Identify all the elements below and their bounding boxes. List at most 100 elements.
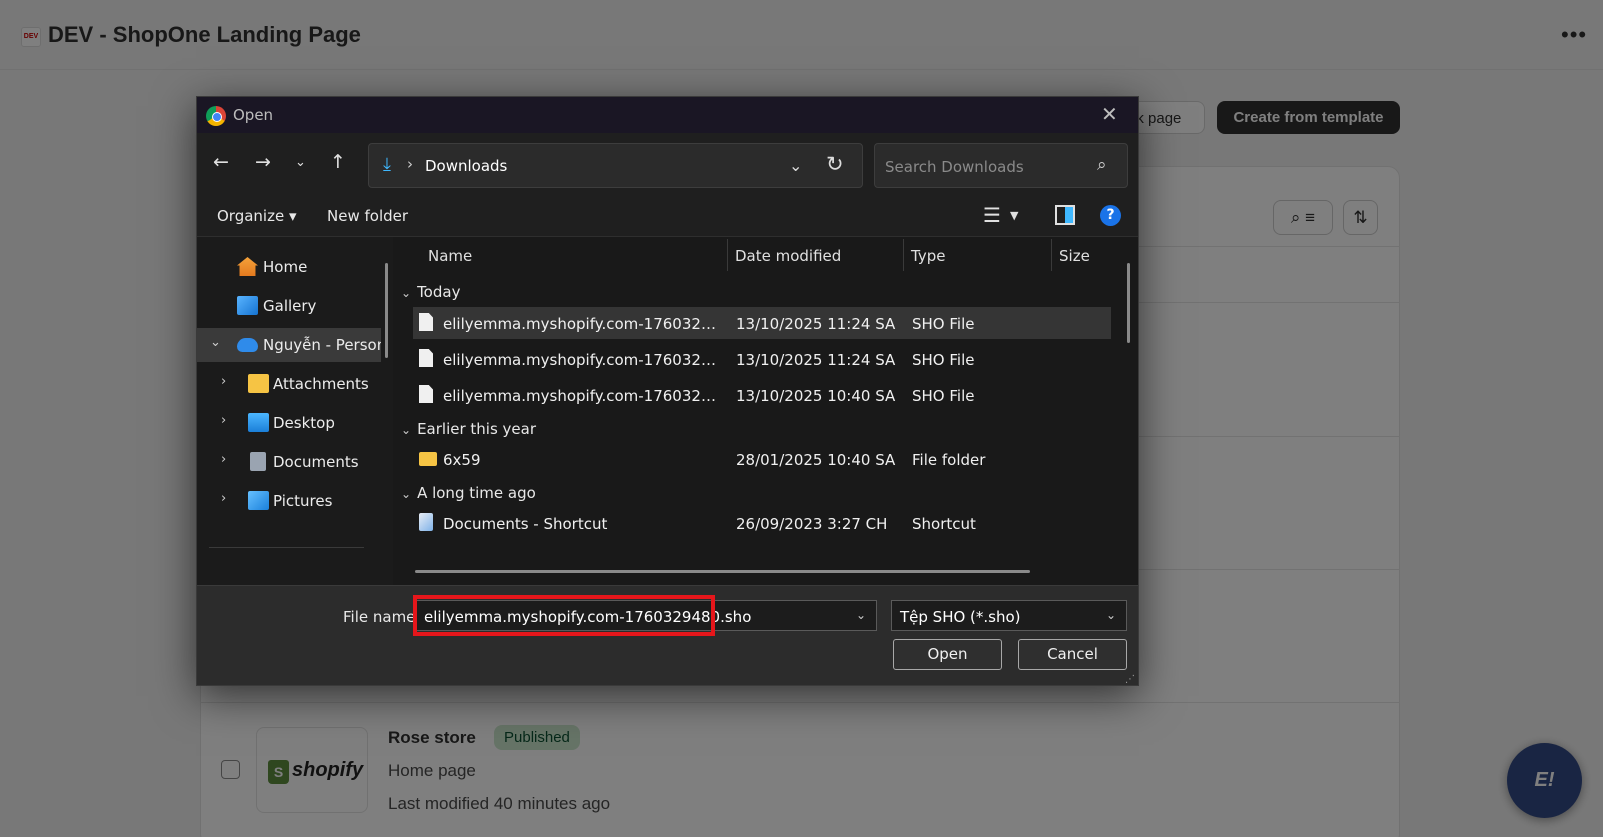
home-icon [237,257,258,276]
file-row[interactable]: elilyemma.myshopify.com-1760329480.sho 1… [413,307,1111,339]
file-date: 13/10/2025 11:24 SA [736,315,896,333]
chrome-icon [206,106,226,126]
file-name: 6x59 [443,451,481,469]
file-type: SHO File [912,387,975,405]
sidebar-item-label: Home [263,258,308,276]
open-button[interactable]: Open [893,639,1002,670]
dialog-title-bar: Open ✕ [197,97,1138,133]
file-icon [419,313,433,331]
column-divider[interactable] [1051,239,1052,271]
pictures-icon [248,491,269,510]
scrollbar[interactable] [385,263,388,358]
navigation-bar: ← → ⌄ ↑ ⤓ › Downloads ⌄ ↻ Search Downloa… [197,133,1138,195]
sidebar-item-home[interactable]: Home [197,250,381,284]
group-header-today[interactable]: ⌄ Today [401,283,460,301]
group-label: A long time ago [417,484,536,502]
help-icon[interactable]: ? [1100,205,1121,226]
file-name: elilyemma.myshopify.com-1760329480.sho [443,315,718,333]
expand-chevron-icon[interactable]: › [221,413,226,428]
column-size[interactable]: Size [1059,247,1090,265]
file-row[interactable]: elilyemma.myshopify.com-1760329461.sho 1… [413,343,1111,375]
address-bar[interactable]: ⤓ › Downloads ⌄ ↻ [368,143,863,188]
column-date-modified[interactable]: Date modified [735,247,841,265]
close-icon[interactable]: ✕ [1101,102,1118,126]
divider [209,547,364,548]
group-label: Earlier this year [417,420,537,438]
file-icon [419,385,433,403]
search-input[interactable]: Search Downloads ⌕ [874,143,1128,188]
sidebar-item-label: Attachments [273,375,369,393]
chevron-down-icon: ⌄ [401,487,412,501]
vertical-scrollbar[interactable] [1127,263,1130,343]
column-headers: Name Date modified Type Size [393,237,1138,273]
file-date: 28/01/2025 10:40 SA [736,451,896,469]
sidebar-item-onedrive[interactable]: ⌄ Nguyễn - Personal [197,328,381,362]
refresh-icon[interactable]: ↻ [826,152,844,176]
collapse-chevron-icon[interactable]: ⌄ [210,335,221,350]
file-type-value: Tệp SHO (*.sho) [900,608,1021,626]
file-type: File folder [912,451,986,469]
onedrive-icon [237,338,258,352]
column-name[interactable]: Name [428,247,472,265]
chevron-down-icon: ⌄ [401,423,412,437]
group-header-a-long-time-ago[interactable]: ⌄ A long time ago [401,484,536,502]
view-dropdown-icon[interactable]: ▼ [1010,209,1018,222]
sidebar-item-label: Desktop [273,414,335,432]
file-icon [419,349,433,367]
documents-icon [250,452,266,471]
forward-icon[interactable]: → [255,151,271,173]
command-toolbar: Organize ▾ New folder ☰ ▼ ? [197,195,1138,237]
sidebar-item-pictures[interactable]: › Pictures [197,484,381,518]
column-type[interactable]: Type [911,247,945,265]
group-label: Today [417,283,461,301]
folder-icon [419,452,437,466]
chevron-down-icon: ⌄ [1106,608,1117,622]
search-placeholder: Search Downloads [885,158,1024,176]
expand-chevron-icon[interactable]: › [221,374,226,389]
breadcrumb-downloads[interactable]: Downloads [425,157,507,175]
column-divider[interactable] [727,239,728,271]
dialog-footer: File name: elilyemma.myshopify.com-17603… [197,585,1138,685]
sidebar-item-label: Nguyễn - Personal [263,336,381,354]
sidebar-item-label: Documents [273,453,359,471]
horizontal-scrollbar[interactable] [415,570,1030,573]
resize-grip-icon[interactable]: ⋰ [1125,674,1135,685]
expand-chevron-icon[interactable]: › [221,491,226,506]
file-row[interactable]: elilyemma.myshopify.com-1760326831.sho 1… [413,379,1111,411]
recent-locations-chevron-icon[interactable]: ⌄ [295,155,306,170]
expand-chevron-icon[interactable]: › [221,452,226,467]
shortcut-icon [419,513,433,531]
download-icon: ⤓ [383,154,391,175]
file-list: Name Date modified Type Size ⌄ Today elil… [393,237,1138,585]
sidebar-item-label: Pictures [273,492,333,510]
gallery-icon [237,296,258,315]
sidebar-item-documents[interactable]: › Documents [197,445,381,479]
file-name-label: File name: [343,608,421,626]
organize-menu[interactable]: Organize ▾ [217,207,297,225]
file-type-select[interactable]: Tệp SHO (*.sho) ⌄ [891,600,1127,631]
breadcrumb-separator-icon[interactable]: › [407,155,413,173]
view-options-icon[interactable]: ☰ [983,203,1001,227]
sidebar-item-desktop[interactable]: › Desktop [197,406,381,440]
file-row[interactable]: Documents - Shortcut 26/09/2023 3:27 CH … [413,507,1111,539]
sidebar-item-label: Gallery [263,297,317,315]
desktop-icon [248,413,269,432]
dialog-title: Open [233,106,274,124]
new-folder-button[interactable]: New folder [327,207,408,225]
up-icon[interactable]: ↑ [330,151,346,173]
chevron-down-icon[interactable]: ⌄ [856,608,866,622]
address-dropdown-icon[interactable]: ⌄ [789,156,802,175]
chevron-down-icon: ⌄ [401,286,412,300]
file-row[interactable]: 6x59 28/01/2025 10:40 SA File folder [413,443,1111,475]
back-icon[interactable]: ← [213,151,229,173]
column-divider[interactable] [903,239,904,271]
cancel-button[interactable]: Cancel [1018,639,1127,670]
file-date: 13/10/2025 11:24 SA [736,351,896,369]
sidebar-item-gallery[interactable]: Gallery [197,289,381,323]
sidebar-item-attachments[interactable]: › Attachments [197,367,381,401]
file-type: Shortcut [912,515,976,533]
group-header-earlier-this-year[interactable]: ⌄ Earlier this year [401,420,536,438]
file-date: 26/09/2023 3:27 CH [736,515,888,533]
preview-pane-icon[interactable] [1055,205,1075,225]
search-icon[interactable]: ⌕ [1097,155,1107,175]
